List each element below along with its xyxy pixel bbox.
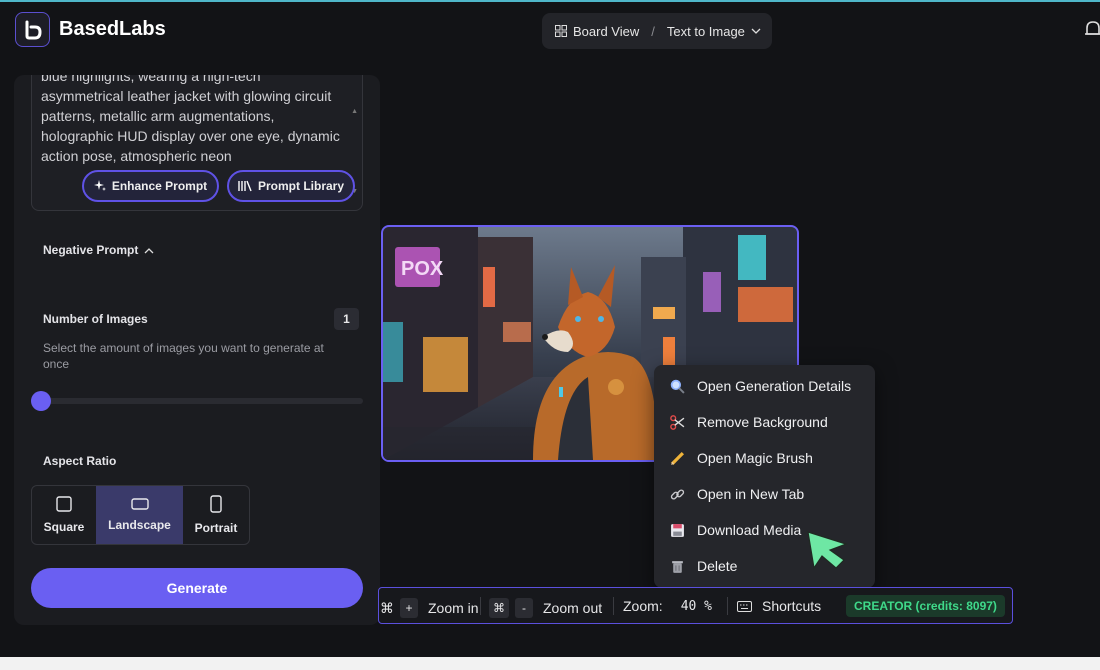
generate-button[interactable]: Generate: [31, 568, 363, 608]
menu-open-magic-brush[interactable]: Open Magic Brush: [670, 450, 813, 466]
svg-text:POX: POX: [401, 258, 444, 280]
menu-delete[interactable]: Delete: [670, 558, 737, 574]
zoom-out-control[interactable]: ⌘ - Zoom out: [489, 598, 602, 618]
aspect-portrait-option[interactable]: Portrait: [183, 486, 249, 544]
breadcrumb-board-view[interactable]: Board View: [573, 24, 639, 39]
magnifier-icon: [670, 379, 685, 394]
chevron-up-icon: [144, 247, 154, 253]
menu-item-label: Delete: [697, 558, 738, 574]
zoom-label: Zoom:: [623, 598, 663, 614]
prompt-library-label: Prompt Library: [257, 179, 344, 193]
brand-name: BasedLabs: [59, 18, 166, 40]
toolbar-divider: [480, 597, 481, 615]
link-icon: [670, 488, 685, 500]
number-of-images-value: 1: [334, 308, 359, 330]
aspect-square-label: Square: [43, 520, 85, 534]
scroll-arrows-icon[interactable]: ▲ ▼: [351, 75, 358, 232]
generation-settings-panel: blue highlights, wearing a high-tech asy…: [14, 75, 380, 625]
shortcuts-label: Shortcuts: [762, 598, 822, 614]
command-key-icon: ⌘: [380, 599, 394, 616]
top-accent-line: [0, 0, 1100, 2]
aspect-ratio-label: Aspect Ratio: [43, 454, 117, 468]
menu-open-in-new-tab[interactable]: Open in New Tab: [670, 486, 804, 502]
menu-open-generation-details[interactable]: Open Generation Details: [670, 378, 851, 394]
square-icon: [56, 496, 72, 512]
menu-item-label: Download Media: [697, 522, 802, 538]
brand-logo[interactable]: [15, 12, 50, 47]
breadcrumb-mode[interactable]: Text to Image: [667, 24, 745, 39]
zoom-level: Zoom: 40 %: [623, 598, 712, 614]
enhance-prompt-label: Enhance Prompt: [111, 179, 208, 193]
aspect-ratio-selector: Square Landscape Portrait: [31, 485, 250, 545]
number-of-images-description: Select the amount of images you want to …: [43, 341, 324, 371]
slider-thumb[interactable]: [31, 391, 51, 411]
scissors-icon: [670, 414, 685, 430]
logo-icon: [25, 20, 42, 39]
toolbar-divider: [727, 597, 728, 615]
bell-icon[interactable]: [1084, 18, 1100, 40]
zoom-in-control[interactable]: ⌘ + Zoom in: [380, 598, 479, 618]
toolbar-divider: [613, 597, 614, 615]
number-of-images-slider[interactable]: [31, 398, 363, 404]
menu-item-label: Open in New Tab: [697, 486, 805, 502]
menu-item-label: Open Generation Details: [697, 378, 852, 394]
zoom-in-label: Zoom in: [428, 600, 479, 616]
shortcuts-button[interactable]: Shortcuts: [737, 598, 821, 614]
menu-remove-background[interactable]: Remove Background: [670, 414, 828, 430]
zoom-out-label: Zoom out: [543, 600, 603, 616]
portrait-icon: [210, 495, 222, 513]
breadcrumb-separator: /: [651, 23, 655, 39]
negative-prompt-label: Negative Prompt: [43, 243, 139, 257]
aspect-landscape-label: Landscape: [108, 518, 171, 532]
enhance-prompt-button[interactable]: Enhance Prompt: [82, 170, 219, 202]
os-taskbar: [0, 657, 1100, 670]
floppy-disk-icon: [671, 523, 684, 537]
zoom-value: 40 %: [680, 598, 712, 614]
aspect-square-option[interactable]: Square: [32, 486, 96, 544]
chevron-down-icon[interactable]: [751, 26, 761, 36]
command-key-icon: ⌘: [489, 598, 509, 618]
prompt-textarea[interactable]: blue highlights, wearing a high-tech asy…: [31, 75, 363, 211]
library-icon: [238, 180, 252, 192]
menu-item-label: Remove Background: [697, 414, 828, 430]
pencil-icon: [671, 451, 684, 465]
zoom-in-key: +: [400, 598, 418, 618]
zoom-out-key: -: [515, 598, 533, 618]
grid-icon: [555, 25, 567, 37]
negative-prompt-toggle[interactable]: Negative Prompt: [43, 243, 154, 257]
prompt-library-button[interactable]: Prompt Library: [227, 170, 355, 202]
trash-icon: [672, 560, 683, 573]
credits-badge[interactable]: CREATOR (credits: 8097): [846, 595, 1005, 617]
keyboard-icon: [737, 600, 752, 612]
menu-item-label: Open Magic Brush: [697, 450, 813, 466]
sparkles-icon: [93, 180, 106, 191]
number-of-images-label: Number of Images: [43, 312, 148, 326]
aspect-portrait-label: Portrait: [194, 521, 238, 535]
breadcrumb[interactable]: Board View / Text to Image: [542, 13, 772, 49]
canvas-toolbar: ⌘ + Zoom in ⌘ - Zoom out Zoom: 40 % Shor…: [378, 587, 1013, 624]
menu-download-media[interactable]: Download Media: [670, 522, 801, 538]
aspect-landscape-option[interactable]: Landscape: [96, 486, 183, 544]
landscape-icon: [130, 498, 149, 510]
cursor-arrow-icon: [807, 531, 848, 570]
prompt-text[interactable]: blue highlights, wearing a high-tech asy…: [41, 75, 341, 164]
